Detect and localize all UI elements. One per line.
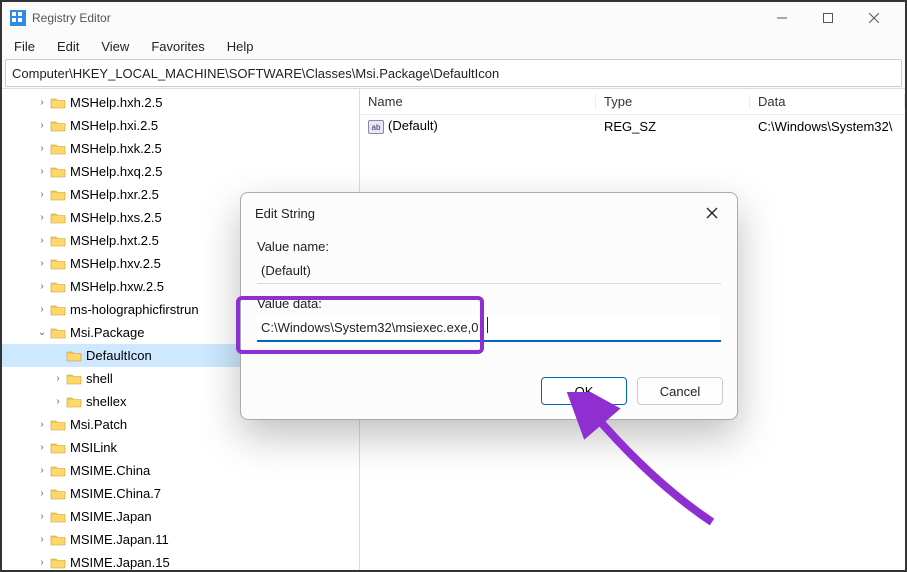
tree-item-label: Msi.Package [70, 325, 144, 340]
tree-item[interactable]: › MSHelp.hxq.2.5 [2, 160, 359, 183]
col-header-data[interactable]: Data [750, 94, 905, 109]
chevron-right-icon[interactable]: › [34, 465, 50, 476]
tree-item-label: MSIME.Japan.15 [70, 555, 170, 570]
tree-item-label: MSILink [70, 440, 117, 455]
value-data-label: Value data: [257, 296, 721, 311]
value-data-input[interactable] [257, 315, 721, 342]
tree-item-label: MSIME.Japan.11 [70, 532, 169, 547]
chevron-down-icon[interactable]: ⌄ [34, 327, 50, 338]
tree-item-label: MSHelp.hxk.2.5 [70, 141, 162, 156]
chevron-right-icon[interactable]: › [34, 304, 50, 315]
tree-item[interactable]: › MSIME.Japan.11 [2, 528, 359, 551]
chevron-right-icon[interactable]: › [34, 189, 50, 200]
menu-help[interactable]: Help [217, 37, 264, 56]
menubar: File Edit View Favorites Help [2, 34, 905, 58]
tree-item-label: MSIME.Japan [70, 509, 152, 524]
dialog-titlebar[interactable]: Edit String [241, 193, 737, 233]
tree-item-label: DefaultIcon [86, 348, 152, 363]
menu-edit[interactable]: Edit [47, 37, 89, 56]
chevron-right-icon[interactable]: › [34, 120, 50, 131]
tree-item-label: shell [86, 371, 113, 386]
tree-item-label: MSHelp.hxt.2.5 [70, 233, 159, 248]
chevron-right-icon[interactable]: › [34, 97, 50, 108]
value-name-label: Value name: [257, 239, 721, 254]
cancel-button[interactable]: Cancel [637, 377, 723, 405]
tree-item[interactable]: › MSIME.Japan [2, 505, 359, 528]
dialog-body: Value name: (Default) Value data: [241, 233, 737, 377]
menu-favorites[interactable]: Favorites [141, 37, 214, 56]
minimize-button[interactable] [759, 2, 805, 34]
tree-item-label: MSHelp.hxh.2.5 [70, 95, 163, 110]
chevron-right-icon[interactable]: › [34, 212, 50, 223]
dialog-title: Edit String [255, 206, 701, 221]
list-header: Name Type Data [360, 89, 905, 115]
chevron-right-icon[interactable]: › [34, 442, 50, 453]
chevron-right-icon[interactable]: › [34, 534, 50, 545]
chevron-right-icon[interactable]: › [34, 258, 50, 269]
tree-item-label: MSHelp.hxs.2.5 [70, 210, 162, 225]
tree-item[interactable]: › MSHelp.hxh.2.5 [2, 91, 359, 114]
tree-item-label: MSHelp.hxi.2.5 [70, 118, 158, 133]
list-row[interactable]: ab(Default) REG_SZ C:\Windows\System32\ [360, 115, 905, 137]
col-header-name[interactable]: Name [360, 94, 596, 109]
chevron-right-icon[interactable]: › [34, 511, 50, 522]
menu-view[interactable]: View [91, 37, 139, 56]
tree-item[interactable]: › MSILink [2, 436, 359, 459]
address-text: Computer\HKEY_LOCAL_MACHINE\SOFTWARE\Cla… [12, 66, 499, 81]
maximize-button[interactable] [805, 2, 851, 34]
tree-item-label: MSHelp.hxq.2.5 [70, 164, 163, 179]
tree-item[interactable]: › MSHelp.hxi.2.5 [2, 114, 359, 137]
text-caret [487, 317, 488, 333]
tree-item-label: Msi.Patch [70, 417, 127, 432]
cell-data: C:\Windows\System32\ [750, 119, 905, 134]
titlebar[interactable]: Registry Editor [2, 2, 905, 34]
chevron-right-icon[interactable]: › [34, 143, 50, 154]
dialog-buttons: OK Cancel [241, 377, 737, 419]
tree-item-label: MSHelp.hxw.2.5 [70, 279, 164, 294]
tree-item-label: MSHelp.hxv.2.5 [70, 256, 161, 271]
edit-string-dialog: Edit String Value name: (Default) Value … [240, 192, 738, 420]
cell-type: REG_SZ [596, 119, 750, 134]
chevron-right-icon[interactable]: › [34, 281, 50, 292]
tree-item-label: MSHelp.hxr.2.5 [70, 187, 159, 202]
tree-item-label: shellex [86, 394, 126, 409]
ok-button[interactable]: OK [541, 377, 627, 405]
chevron-right-icon[interactable]: › [34, 419, 50, 430]
chevron-right-icon[interactable]: › [34, 557, 50, 568]
dialog-close-button[interactable] [701, 202, 723, 224]
tree-item-label: MSIME.China.7 [70, 486, 161, 501]
tree-item-label: MSIME.China [70, 463, 150, 478]
close-button[interactable] [851, 2, 897, 34]
value-name-field[interactable]: (Default) [257, 258, 721, 284]
address-bar[interactable]: Computer\HKEY_LOCAL_MACHINE\SOFTWARE\Cla… [5, 59, 902, 87]
string-value-icon: ab [368, 120, 384, 134]
tree-item[interactable]: › MSIME.China.7 [2, 482, 359, 505]
chevron-right-icon[interactable]: › [50, 373, 66, 384]
tree-item[interactable]: › MSIME.Japan.15 [2, 551, 359, 570]
chevron-right-icon[interactable]: › [34, 166, 50, 177]
col-header-type[interactable]: Type [596, 94, 750, 109]
tree-item[interactable]: › MSHelp.hxk.2.5 [2, 137, 359, 160]
window-title: Registry Editor [32, 11, 759, 25]
app-icon [10, 10, 26, 26]
cell-name: ab(Default) [360, 118, 596, 135]
chevron-right-icon[interactable]: › [50, 396, 66, 407]
chevron-right-icon[interactable]: › [34, 488, 50, 499]
chevron-right-icon[interactable]: › [34, 235, 50, 246]
tree-item-label: ms-holographicfirstrun [70, 302, 199, 317]
tree-item[interactable]: › MSIME.China [2, 459, 359, 482]
menu-file[interactable]: File [4, 37, 45, 56]
